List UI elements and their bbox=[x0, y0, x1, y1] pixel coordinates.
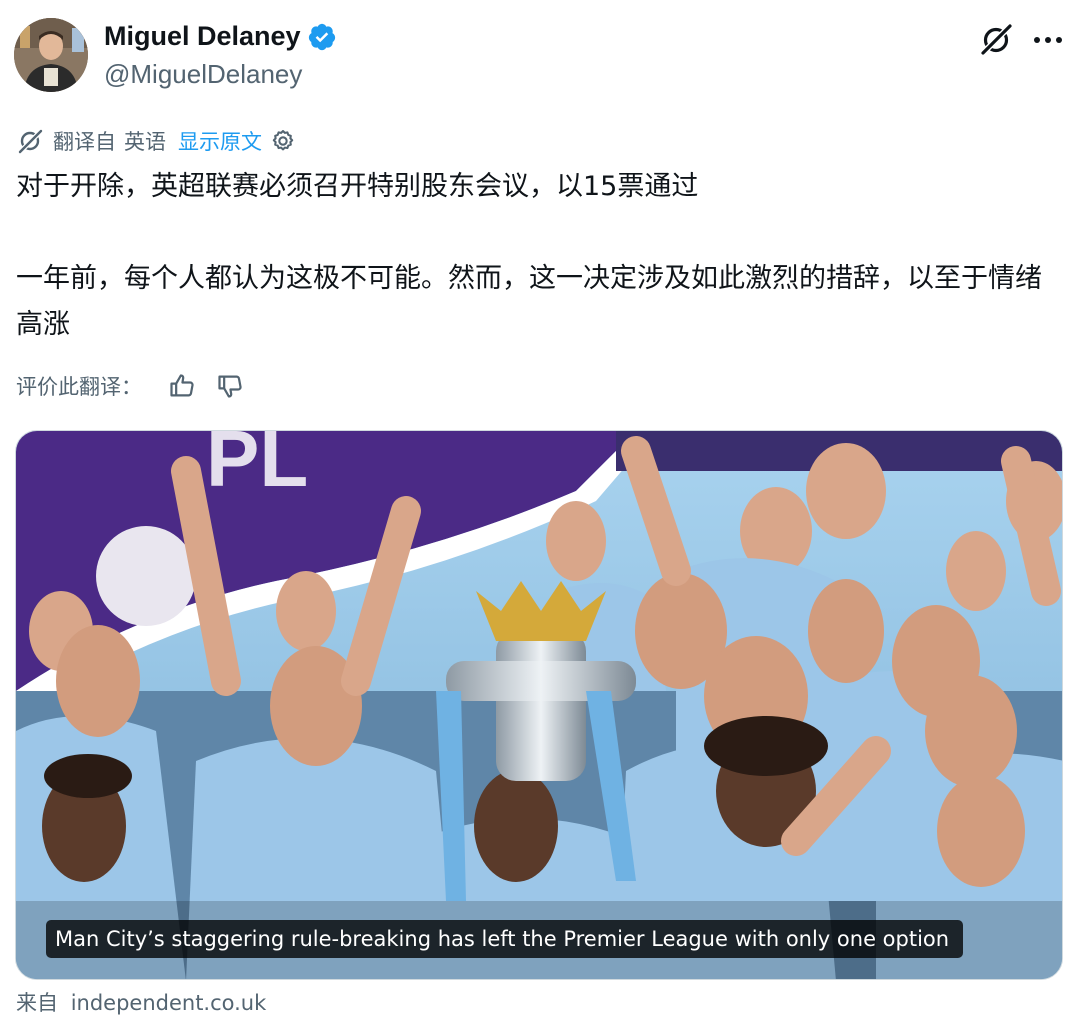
grok-translate-icon bbox=[18, 129, 43, 154]
rate-translation-label: 评价此翻译： bbox=[16, 375, 142, 399]
article-headline: Man City’s staggering rule-breaking has … bbox=[46, 920, 964, 958]
gear-icon[interactable] bbox=[270, 128, 296, 154]
source-domain[interactable]: independent.co.uk bbox=[71, 991, 267, 1015]
author-display-name[interactable]: Miguel Delaney bbox=[104, 21, 301, 52]
author-name-row: Miguel Delaney bbox=[104, 21, 337, 52]
tweet-paragraph: 对于开除，英超联赛必须召开特别股东会议，以15票通过 bbox=[16, 171, 699, 202]
translation-bar: 翻译自 英语 显示原文 bbox=[17, 126, 296, 156]
link-preview-card[interactable]: PL Man City’s staggering rule-breaking h… bbox=[15, 430, 1063, 980]
verified-badge-icon bbox=[308, 23, 335, 50]
tweet-header: Miguel Delaney @MiguelDelaney bbox=[14, 16, 1066, 96]
source-prefix: 来自 bbox=[16, 991, 58, 1015]
source-language: 英语 bbox=[124, 130, 166, 154]
tweet-paragraph: 一年前，每个人都认为这极不可能。然而，这一决定涉及如此激烈的措辞，以至于情绪高涨 bbox=[16, 263, 1042, 340]
translated-from-label: 翻译自 bbox=[53, 130, 116, 154]
thumbs-down-icon[interactable] bbox=[216, 372, 244, 400]
article-photo: PL bbox=[16, 431, 1062, 979]
more-options-icon[interactable] bbox=[1030, 22, 1066, 58]
avatar[interactable] bbox=[14, 18, 88, 92]
rate-translation-bar: 评价此翻译： bbox=[16, 368, 244, 404]
tweet-text: 对于开除，英超联赛必须召开特别股东会议，以15票通过 一年前，每个人都认为这极不… bbox=[16, 164, 1066, 348]
link-source[interactable]: 来自 independent.co.uk bbox=[16, 987, 266, 1017]
grok-icon[interactable] bbox=[978, 22, 1014, 58]
author-handle[interactable]: @MiguelDelaney bbox=[104, 59, 302, 90]
thumbs-up-icon[interactable] bbox=[168, 372, 196, 400]
svg-text:PL: PL bbox=[206, 431, 308, 503]
show-original-link[interactable]: 显示原文 bbox=[178, 126, 262, 156]
